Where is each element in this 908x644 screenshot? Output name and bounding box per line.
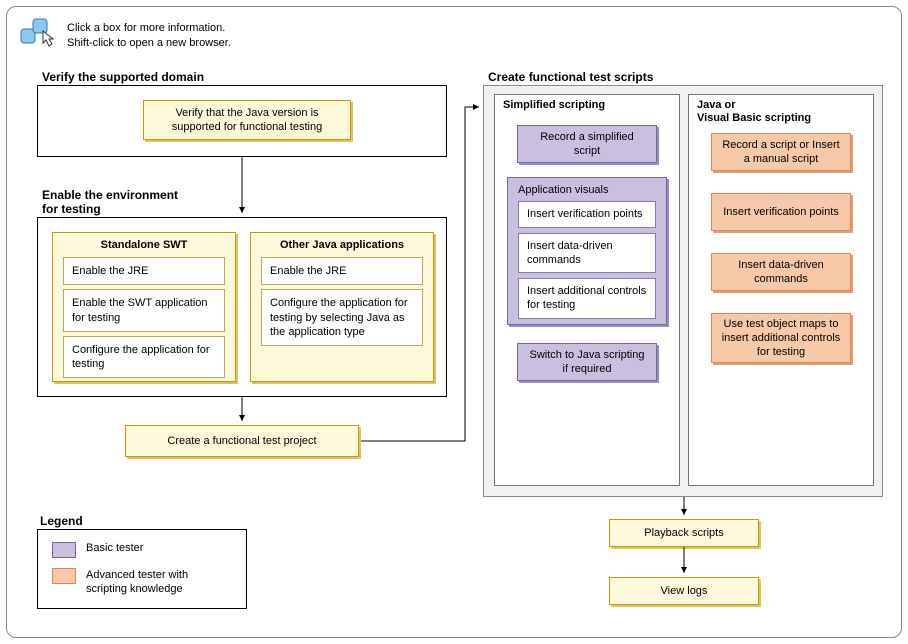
section-title-scripts: Create functional test scripts [486,70,655,84]
box-create-project[interactable]: Create a functional test project [125,425,359,457]
diagram-frame: Click a box for more information. Shift-… [6,6,902,638]
box-switch-java[interactable]: Switch to Java scripting if required [517,343,657,381]
sub-title-java: Java orVisual Basic scripting [697,99,811,125]
subpanel-simplified: Simplified scripting Record a simplified… [494,94,680,486]
col-title-other: Other Java applications [251,233,433,257]
swatch-orange [52,568,76,584]
sub-title-simplified: Simplified scripting [503,99,605,111]
section-verify: Verify the supported domain Verify that … [37,85,447,157]
section-enable: Enable the environmentfor testing Standa… [37,217,447,397]
col-other-java: Other Java applications Enable the JRE C… [250,232,434,382]
panel-scripts: Create functional test scripts Simplifie… [483,85,883,497]
legend-title: Legend [40,514,83,528]
box-other-configure[interactable]: Configure the application for testing by… [261,289,423,346]
hint-line1: Click a box for more information. [67,21,231,36]
box-swt-enable-app[interactable]: Enable the SWT application for testing [63,289,225,332]
col-title-swt: Standalone SWT [53,233,235,257]
hint-line2: Shift-click to open a new browser. [67,36,231,51]
hint-text: Click a box for more information. Shift-… [67,21,231,52]
legend-row-basic: Basic tester [52,542,143,558]
legend-label-advanced: Advanced tester with scripting knowledge [86,568,232,597]
legend: Legend Basic tester Advanced tester with… [37,529,247,609]
section-title-enable: Enable the environmentfor testing [40,188,180,217]
box-playback[interactable]: Playback scripts [609,519,759,547]
box-record-simplified[interactable]: Record a simplified script [517,125,657,163]
box-vis-controls[interactable]: Insert additional controls for testing [518,278,656,319]
section-title-verify: Verify the supported domain [40,70,206,84]
box-vis-datadriven[interactable]: Insert data-driven commands [518,233,656,274]
box-vis-verification[interactable]: Insert verification points [518,201,656,227]
box-verify-java[interactable]: Verify that the Java version is supporte… [143,100,351,140]
grp-title-visuals: Application visuals [508,178,666,201]
legend-label-basic: Basic tester [86,542,143,554]
box-java-objectmap[interactable]: Use test object maps to insert additiona… [711,313,851,363]
legend-row-advanced: Advanced tester with scripting knowledge [52,568,232,597]
box-application-visuals: Application visuals Insert verification … [507,177,667,325]
box-swt-configure[interactable]: Configure the application for testing [63,336,225,379]
subpanel-java: Java orVisual Basic scripting Record a s… [688,94,874,486]
box-view-logs[interactable]: View logs [609,577,759,605]
box-other-jre[interactable]: Enable the JRE [261,257,423,285]
box-java-verification[interactable]: Insert verification points [711,193,851,231]
box-java-record[interactable]: Record a script or Insert a manual scrip… [711,133,851,171]
click-icon [19,17,59,49]
box-java-datadriven[interactable]: Insert data-driven commands [711,253,851,291]
col-standalone-swt: Standalone SWT Enable the JRE Enable the… [52,232,236,382]
swatch-purple [52,542,76,558]
box-swt-jre[interactable]: Enable the JRE [63,257,225,285]
